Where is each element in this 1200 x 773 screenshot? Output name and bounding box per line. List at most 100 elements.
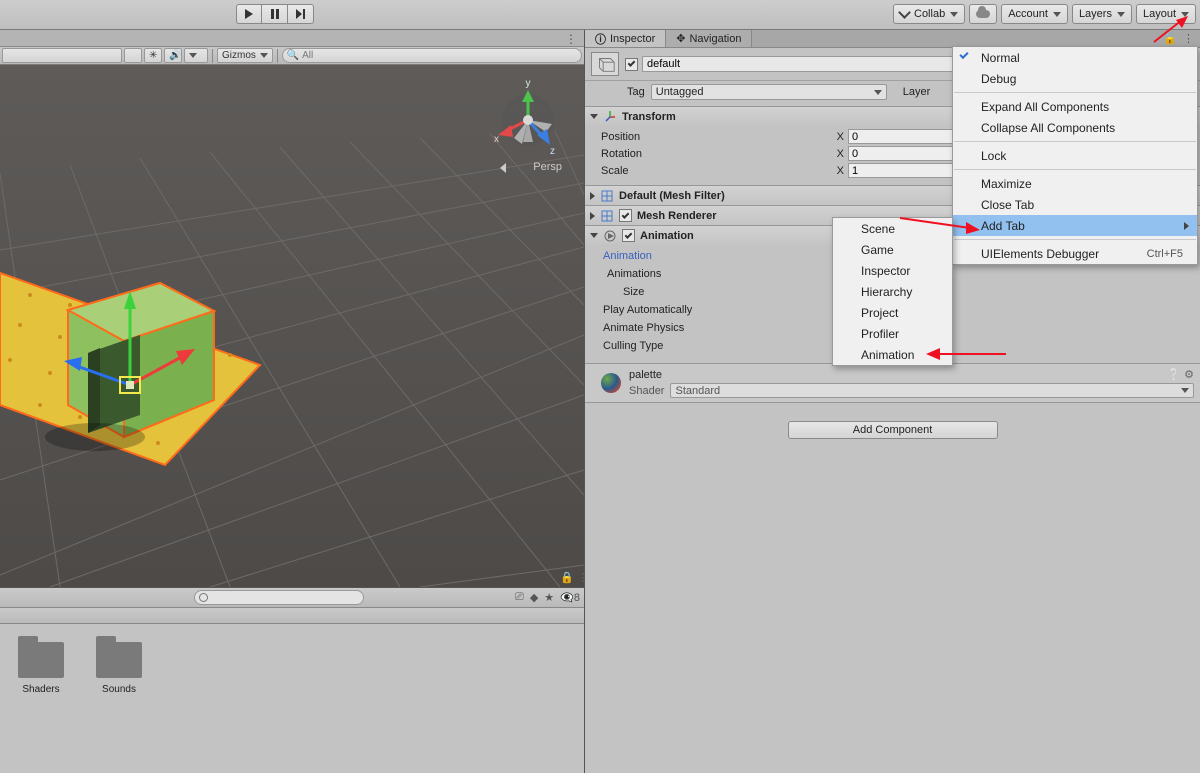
animations-label: Animations: [607, 268, 661, 280]
menu-shortcut: Ctrl+F5: [1147, 248, 1183, 260]
menu-label: Collapse All Components: [981, 121, 1115, 135]
tag-dropdown[interactable]: Untagged: [651, 84, 887, 100]
gizmo-y-label: y: [526, 78, 531, 89]
submenu-scene[interactable]: Scene: [833, 218, 952, 239]
component-title: Default (Mesh Filter): [619, 190, 725, 202]
submenu-profiler[interactable]: Profiler: [833, 323, 952, 344]
filter-icon[interactable]: ⎚: [515, 591, 524, 604]
submenu-project[interactable]: Project: [833, 302, 952, 323]
gizmo-x-label: x: [494, 134, 499, 145]
check-icon: [959, 50, 968, 59]
menu-close-tab[interactable]: Close Tab: [953, 194, 1197, 215]
position-label: Position: [591, 131, 826, 143]
account-button[interactable]: Account: [1001, 4, 1068, 24]
add-tab-submenu: Scene Game Inspector Hierarchy Project P…: [832, 217, 953, 366]
folder-label: Shaders: [22, 684, 59, 695]
foldout-icon[interactable]: [590, 212, 595, 220]
scene-search[interactable]: 🔍 All: [282, 48, 582, 63]
layout-label: Layout: [1143, 8, 1176, 20]
scene-audio-toggle[interactable]: 🔊: [164, 48, 182, 63]
tab-navigation[interactable]: ✥ Navigation: [666, 30, 752, 47]
tab-inspector[interactable]: ⓘInspector: [585, 30, 666, 47]
menu-collapse-all[interactable]: Collapse All Components: [953, 117, 1197, 138]
scene-2d-toggle[interactable]: [124, 48, 142, 63]
menu-label: Profiler: [861, 327, 899, 341]
rotation-label: Rotation: [591, 148, 826, 160]
component-title: Animation: [640, 230, 694, 242]
submenu-game[interactable]: Game: [833, 239, 952, 260]
menu-expand-all[interactable]: Expand All Components: [953, 96, 1197, 117]
submenu-animation[interactable]: Animation: [833, 344, 952, 365]
scene-lock-row: 🔒⋮: [560, 571, 589, 584]
cloud-button[interactable]: [969, 4, 997, 24]
lock-icon[interactable]: 🔓: [1163, 32, 1177, 45]
project-search[interactable]: [194, 590, 364, 605]
axis-x-label: X: [830, 131, 844, 143]
favorite-icon[interactable]: ◆: [530, 591, 538, 604]
project-toolbar: ⎚ ◆ ★ 👁‍🗨8: [0, 588, 584, 608]
submenu-inspector[interactable]: Inspector: [833, 260, 952, 281]
hidden-count: 8: [574, 592, 580, 604]
gizmo-z-label: z: [550, 146, 555, 157]
persp-label[interactable]: Persp: [533, 161, 562, 173]
scene-fx-toggle[interactable]: [184, 48, 208, 63]
object-active-checkbox[interactable]: [625, 58, 638, 71]
foldout-icon[interactable]: [590, 192, 595, 200]
panel-menu-icon[interactable]: ⋮: [578, 571, 589, 584]
material-name: palette: [629, 369, 662, 381]
menu-maximize[interactable]: Maximize: [953, 173, 1197, 194]
component-enabled-checkbox[interactable]: [622, 229, 635, 242]
animation-clip-field[interactable]: Animation: [603, 250, 652, 262]
component-enabled-checkbox[interactable]: [619, 209, 632, 222]
step-button[interactable]: [288, 4, 314, 24]
asset-grid[interactable]: Shaders Sounds: [0, 624, 584, 707]
shader-value: Standard: [675, 385, 720, 397]
layers-button[interactable]: Layers: [1072, 4, 1132, 24]
menu-debug[interactable]: Debug: [953, 68, 1197, 89]
foldout-icon[interactable]: [590, 114, 598, 119]
menu-uielements-debugger[interactable]: UIElements DebuggerCtrl+F5: [953, 243, 1197, 264]
tab-label: Inspector: [610, 33, 655, 45]
menu-label: Expand All Components: [981, 100, 1109, 114]
star-icon[interactable]: ★: [544, 591, 554, 604]
hidden-toggle[interactable]: 👁‍🗨8: [560, 591, 580, 604]
menu-normal[interactable]: Normal: [953, 47, 1197, 68]
settings-icon[interactable]: ⚙: [1184, 368, 1194, 381]
panel-menu-icon[interactable]: ⋮: [565, 32, 578, 46]
scene-shaded-dropdown[interactable]: [2, 48, 122, 63]
shader-label: Shader: [629, 385, 664, 397]
panel-menu-icon[interactable]: ⋮: [1183, 32, 1194, 45]
scene-lighting-toggle[interactable]: ✳: [144, 48, 162, 63]
tag-label: Tag: [627, 86, 645, 98]
menu-label: Normal: [981, 51, 1020, 65]
object-icon[interactable]: [591, 52, 619, 76]
menu-label: Hierarchy: [861, 285, 912, 299]
tab-label: Navigation: [689, 33, 741, 45]
pause-button[interactable]: [262, 4, 288, 24]
component-title: Transform: [622, 111, 676, 123]
project-panel: ⎚ ◆ ★ 👁‍🗨8 Shaders Sounds: [0, 587, 584, 773]
help-icon[interactable]: ❔: [1167, 368, 1181, 381]
shader-dropdown[interactable]: Standard: [670, 383, 1194, 398]
add-component-button[interactable]: Add Component: [788, 421, 998, 439]
scene-viewport[interactable]: y x z Persp: [0, 65, 584, 587]
layout-button[interactable]: Layout: [1136, 4, 1196, 24]
folder-shaders[interactable]: Shaders: [18, 636, 64, 695]
menu-add-tab[interactable]: Add Tab: [953, 215, 1197, 236]
lock-icon[interactable]: 🔒: [560, 571, 574, 584]
menu-label: Add Tab: [981, 219, 1025, 233]
gizmos-dropdown[interactable]: Gizmos: [217, 48, 273, 63]
collab-button[interactable]: Collab: [893, 4, 965, 24]
submenu-hierarchy[interactable]: Hierarchy: [833, 281, 952, 302]
menu-label: Game: [861, 243, 894, 257]
foldout-icon[interactable]: [590, 233, 598, 238]
scene-tab-bar: ⋮: [0, 30, 584, 47]
inspector-context-menu: Normal Debug Expand All Components Colla…: [952, 46, 1198, 265]
menu-lock[interactable]: Lock: [953, 145, 1197, 166]
folder-sounds[interactable]: Sounds: [96, 636, 142, 695]
menu-label: Lock: [981, 149, 1006, 163]
check-icon: [898, 6, 911, 19]
nav-icon: ✥: [676, 32, 685, 45]
play-button[interactable]: [236, 4, 262, 24]
axis-x-label: X: [830, 148, 844, 160]
